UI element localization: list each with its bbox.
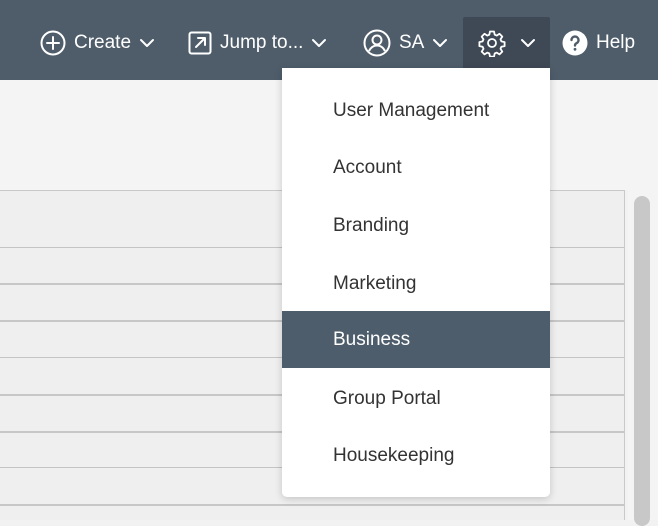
- create-menu-button[interactable]: Create: [40, 17, 155, 68]
- external-link-square-icon: [188, 31, 212, 55]
- plus-circle-icon: [40, 30, 66, 56]
- menu-item-label: User Management: [333, 99, 490, 121]
- chevron-down-icon: [432, 38, 448, 48]
- chevron-down-icon: [520, 38, 536, 48]
- menu-item-label: Branding: [333, 214, 410, 236]
- menu-item-business[interactable]: Business: [282, 311, 550, 368]
- help-label: Help: [596, 31, 636, 53]
- menu-item-marketing[interactable]: Marketing: [282, 255, 550, 312]
- vertical-scrollbar-thumb[interactable]: [634, 196, 650, 526]
- help-button[interactable]: Help: [562, 17, 635, 68]
- menu-item-label: Account: [333, 156, 402, 178]
- gear-icon: [478, 29, 506, 57]
- create-label: Create: [74, 31, 132, 53]
- chevron-down-icon: [139, 38, 155, 48]
- jump-to-menu-button[interactable]: Jump to...: [188, 17, 327, 68]
- menu-item-label: Housekeeping: [333, 444, 455, 466]
- settings-dropdown-menu: User Management Account Branding Marketi…: [282, 68, 550, 497]
- settings-menu-button[interactable]: [463, 17, 550, 68]
- menu-item-housekeeping[interactable]: Housekeeping: [282, 427, 550, 484]
- menu-item-label: Business: [333, 328, 411, 350]
- user-initials: SA: [399, 31, 425, 53]
- table-row-divider: [0, 504, 624, 506]
- menu-item-account[interactable]: Account: [282, 139, 550, 196]
- menu-item-label: Group Portal: [333, 387, 441, 409]
- user-menu-button[interactable]: SA: [363, 17, 448, 68]
- menu-item-group-portal[interactable]: Group Portal: [282, 370, 550, 427]
- menu-item-branding[interactable]: Branding: [282, 197, 550, 254]
- question-circle-icon: [562, 30, 588, 56]
- jump-to-label: Jump to...: [220, 31, 304, 53]
- user-circle-icon: [363, 29, 391, 57]
- chevron-down-icon: [311, 38, 327, 48]
- menu-item-label: Marketing: [333, 272, 417, 294]
- menu-item-user-management[interactable]: User Management: [282, 82, 550, 139]
